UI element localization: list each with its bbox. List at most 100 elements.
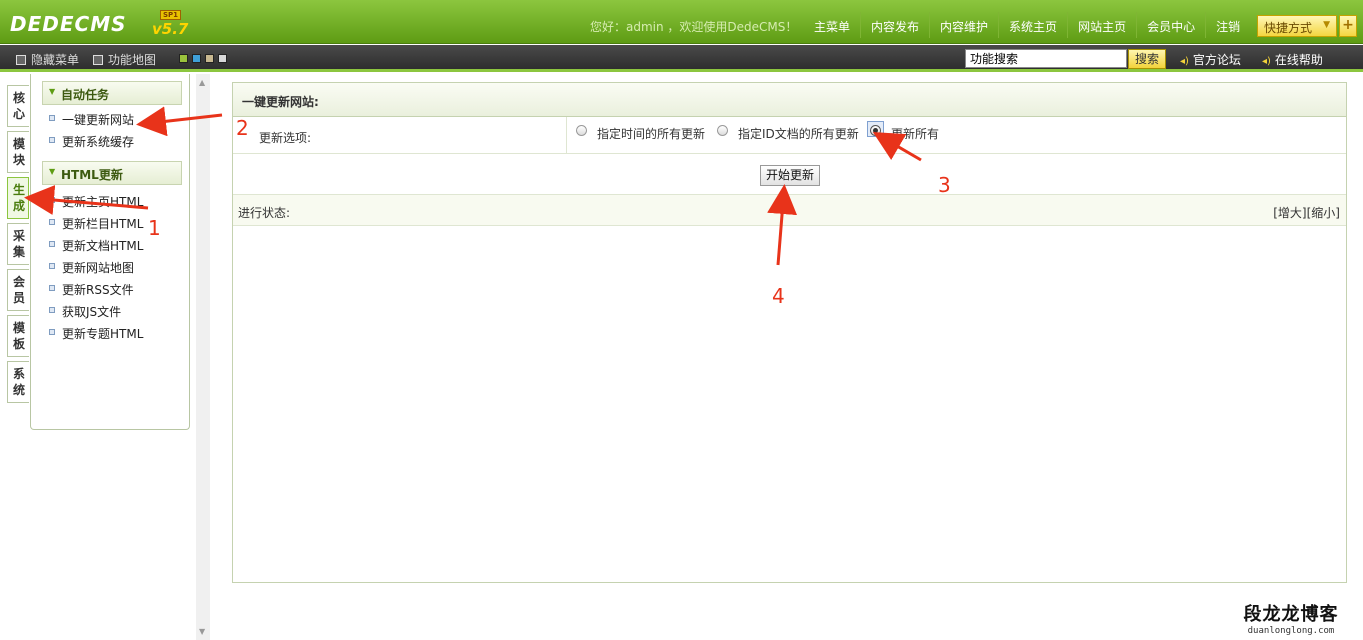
zoom-in-link[interactable]: [增大] [1273,206,1306,220]
top-nav: 主菜单 内容发布 内容维护 系统主页 网站主页 会员中心 注销 [804,12,1250,38]
tab-generate[interactable]: 生成 [7,177,29,219]
menu-group-title: 自动任务 [61,88,110,102]
hide-menu-button[interactable]: 隐藏菜单 [16,51,79,68]
bullet-icon [49,241,55,247]
tab-collect[interactable]: 采集 [7,223,29,265]
caret-down-icon: ▼ [49,87,56,96]
annotation-number-1: 1 [148,216,161,240]
zoom-out-link[interactable]: [缩小] [1307,206,1340,220]
nav-content-publish[interactable]: 内容发布 [860,12,929,38]
add-quick-button[interactable]: + [1339,15,1357,37]
tab-module[interactable]: 模块 [7,131,29,173]
menu-group-title: HTML更新 [61,168,123,182]
tab-core[interactable]: 核心 [7,85,29,127]
annotation-number-4: 4 [772,284,785,308]
radio-id-updates[interactable] [717,125,728,136]
annotation-number-2: 2 [236,116,249,140]
function-map-button[interactable]: 功能地图 [93,51,156,68]
grid-icon [93,55,103,65]
bullet-icon [49,115,55,121]
status-label: 进行状态: [238,206,291,220]
nav-site-home[interactable]: 网站主页 [1067,12,1136,38]
tab-template[interactable]: 模板 [7,315,29,357]
version-label: v5.7 [152,20,189,38]
signal-icon: ◂) [1262,56,1271,67]
column-divider [566,117,567,154]
page-title: 一键更新网站: [233,83,1346,117]
bullet-icon [49,197,55,203]
online-help-link[interactable]: ◂) 在线帮助 [1262,51,1323,68]
nav-system-home[interactable]: 系统主页 [998,12,1067,38]
menu-group-html-update[interactable]: ▼ HTML更新 [42,161,182,185]
annotation-number-3: 3 [938,173,951,197]
start-update-button[interactable]: 开始更新 [760,165,820,186]
theme-swatch-gray[interactable] [218,54,227,63]
theme-swatch-green[interactable] [179,54,188,63]
category-tabs: 核心 模块 生成 采集 会员 模板 系统 [7,85,29,407]
edition-badge: SP1 [160,10,182,20]
menu-item-label: 更新系统缓存 [62,135,135,149]
menu-item-update-topic-html[interactable]: 更新专题HTML [49,325,189,347]
bullet-icon [49,307,55,313]
menu-item-label: 更新网站地图 [62,261,135,275]
nav-content-maintain[interactable]: 内容维护 [929,12,998,38]
tab-member[interactable]: 会员 [7,269,29,311]
update-options-row: 更新选项: 指定时间的所有更新 指定ID文档的所有更新 更新所有 [233,117,1346,154]
menu-item-update-sitemap[interactable]: 更新网站地图 [49,259,189,281]
nav-member-center[interactable]: 会员中心 [1136,12,1205,38]
scroll-down-icon[interactable]: ▼ [199,627,205,636]
menu-item-update-home-html[interactable]: 更新主页HTML [49,193,189,215]
tab-system[interactable]: 系统 [7,361,29,403]
watermark-name: 段龙龙博客 [1243,604,1339,625]
auto-task-list: 一键更新网站 更新系统缓存 [49,111,189,155]
toolbar: 隐藏菜单 功能地图 搜索 ◂)官方论坛 ◂)在线帮助 [0,45,1363,72]
menu-item-one-click-update[interactable]: 一键更新网站 [49,111,189,133]
main-panel: 一键更新网站: 更新选项: 指定时间的所有更新 指定ID文档的所有更新 更新所有… [232,82,1347,583]
welcome-text: 您好：admin ，欢迎使用DedeCMS！ [590,20,798,34]
update-options-label: 更新选项: [259,131,312,145]
caret-down-icon: ▼ [49,167,56,176]
menu-item-get-js[interactable]: 获取JS文件 [49,303,189,325]
nav-main-menu[interactable]: 主菜单 [804,12,860,38]
menu-item-label: 更新栏目HTML [62,217,144,231]
help-label: 在线帮助 [1274,53,1323,67]
radio-update-all-label: 更新所有 [891,127,940,141]
menu-item-label: 一键更新网站 [62,113,135,127]
nav-logout[interactable]: 注销 [1205,12,1250,38]
forum-label: 官方论坛 [1192,53,1241,67]
function-search-input[interactable] [965,49,1127,68]
watermark-url: duanlonglong.com [1247,626,1335,636]
quick-access-label: 快捷方式 [1264,21,1313,35]
official-forum-link[interactable]: ◂) 官方论坛 [1180,51,1241,68]
radio-time-updates[interactable] [576,125,587,136]
menu-group-auto-task[interactable]: ▼ 自动任务 [42,81,182,105]
menu-item-label: 更新文档HTML [62,239,144,253]
scroll-up-icon[interactable]: ▲ [199,78,205,87]
radio-id-updates-label: 指定ID文档的所有更新 [738,127,859,141]
menu-item-update-rss[interactable]: 更新RSS文件 [49,281,189,303]
radio-time-updates-label: 指定时间的所有更新 [597,127,706,141]
status-row: 进行状态: [增大][缩小] [233,195,1346,226]
theme-swatch-blue[interactable] [192,54,201,63]
quick-access-dropdown[interactable]: 快捷方式 ▼ [1257,15,1337,37]
bullet-icon [49,137,55,143]
bullet-icon [49,285,55,291]
menu-scrollbar[interactable]: ▲ ▼ [196,74,210,640]
watermark: 段龙龙博客 duanlonglong.com [1228,600,1354,636]
hide-menu-label: 隐藏菜单 [31,53,80,67]
bullet-icon [49,263,55,269]
bullet-icon [49,329,55,335]
html-update-list: 更新主页HTML 更新栏目HTML 更新文档HTML 更新网站地图 更新RSS文… [49,193,189,347]
zoom-controls: [增大][缩小] [1273,204,1340,221]
chevron-down-icon: ▼ [1323,20,1330,30]
menu-item-label: 更新专题HTML [62,327,144,341]
menu-item-label: 获取JS文件 [62,305,122,319]
menu-item-label: 更新RSS文件 [62,283,134,297]
search-button[interactable]: 搜索 [1128,49,1166,69]
menu-item-label: 更新主页HTML [62,195,144,209]
menu-item-update-doc-html[interactable]: 更新文档HTML [49,237,189,259]
theme-swatch-tan[interactable] [205,54,214,63]
radio-update-all[interactable] [870,125,881,136]
menu-item-update-cache[interactable]: 更新系统缓存 [49,133,189,155]
menu-item-update-column-html[interactable]: 更新栏目HTML [49,215,189,237]
